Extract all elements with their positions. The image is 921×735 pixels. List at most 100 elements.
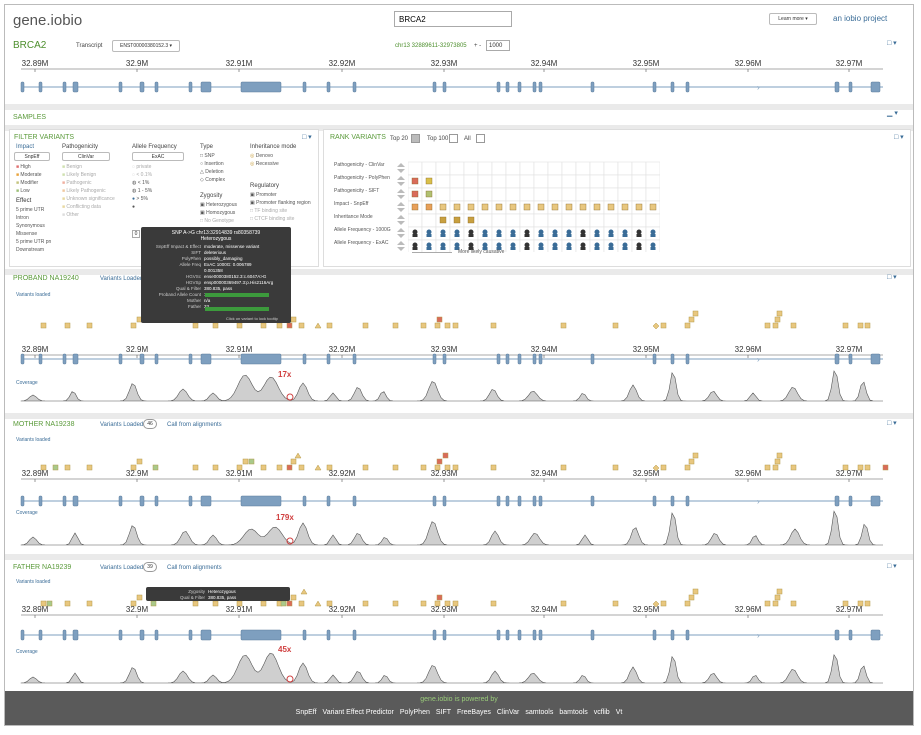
zygosity-item[interactable]: □ No Genotype bbox=[200, 217, 237, 225]
exon bbox=[870, 353, 881, 365]
inheritance-item[interactable]: ◎ Denovo bbox=[250, 152, 279, 160]
impact-select[interactable]: SnpEff bbox=[14, 152, 50, 161]
mother-call-alignments[interactable]: Call from alignments bbox=[167, 422, 222, 428]
rank-sort-arrows[interactable] bbox=[396, 162, 406, 259]
gene-search-input[interactable]: BRCA2 bbox=[394, 11, 512, 27]
regulatory-item[interactable]: □ TF binding site bbox=[250, 207, 311, 215]
proband-window-controls[interactable]: □ ▾ bbox=[887, 273, 897, 281]
effect-label[interactable]: Effect bbox=[16, 198, 31, 204]
impact-item[interactable]: ■ Moderate bbox=[16, 171, 42, 179]
zygosity-item[interactable]: ▣ Heterozygous bbox=[200, 201, 237, 209]
mother-window-controls[interactable]: □ ▾ bbox=[887, 419, 897, 427]
proband-variants-loaded[interactable]: Variants Loaded bbox=[100, 276, 143, 282]
iobio-project-link[interactable]: an iobio project bbox=[833, 14, 887, 23]
exon bbox=[200, 629, 212, 641]
frequency-person-icon bbox=[552, 229, 558, 235]
father-window-controls[interactable]: □ ▾ bbox=[887, 562, 897, 570]
footer-tool-link[interactable]: FreeBayes bbox=[457, 709, 491, 716]
matrix-cell bbox=[547, 161, 563, 176]
pathogenicity-item[interactable]: ■ Benign bbox=[62, 163, 115, 171]
variant-marker bbox=[772, 322, 779, 329]
impact-item[interactable]: ■ Modifier bbox=[16, 179, 42, 187]
pathogenicity-select[interactable]: ClinVar bbox=[62, 152, 110, 161]
exon bbox=[652, 495, 657, 507]
regulatory-item[interactable]: ▣ Promoter bbox=[250, 191, 311, 199]
allele-freq-item[interactable]: ● > 5% bbox=[132, 195, 152, 203]
filter-window-controls[interactable]: □ ▾ bbox=[302, 133, 312, 141]
variant-marker bbox=[290, 594, 297, 601]
pathogenicity-item[interactable]: ■ Likely Pathogenic bbox=[62, 187, 115, 195]
type-item[interactable]: △ Deletion bbox=[200, 168, 225, 176]
frequency-person-icon bbox=[426, 242, 432, 248]
pathogenicity-item[interactable]: ■ Unknown significance bbox=[62, 195, 115, 203]
type-item[interactable]: ○ Insertion bbox=[200, 160, 225, 168]
effect-item[interactable]: Downstream bbox=[16, 246, 51, 254]
matrix-icon bbox=[523, 203, 531, 211]
regulatory-item[interactable]: □ CTCF binding site bbox=[250, 215, 311, 223]
allele-freq-select[interactable]: ExAC bbox=[132, 152, 184, 161]
effect-item[interactable]: Synonymous bbox=[16, 222, 51, 230]
variant-marker bbox=[688, 316, 695, 323]
rank-matrix[interactable]: v1v2v3v4v5v6v7v8v9v10v11v12v13v14v15v16v… bbox=[407, 150, 661, 257]
all-checkbox[interactable] bbox=[476, 134, 485, 143]
type-item[interactable]: ◇ Complex bbox=[200, 176, 225, 184]
exon bbox=[442, 495, 447, 507]
footer-tool-link[interactable]: Variant Effect Predictor bbox=[323, 709, 394, 716]
father-track[interactable]: 32.89M 32.9M 32.91M 32.92M 32.93M 32.94M 32.95… bbox=[13, 587, 893, 689]
footer-tool-link[interactable]: SIFT bbox=[436, 709, 451, 716]
top20-checkbox[interactable] bbox=[411, 134, 420, 143]
impact-item[interactable]: ■ High bbox=[16, 163, 42, 171]
axis-tick-label: 32.95M bbox=[633, 469, 660, 478]
footer-tool-link[interactable]: PolyPhen bbox=[400, 709, 430, 716]
pathogenicity-item[interactable]: ■ Conflicting data bbox=[62, 203, 115, 211]
pathogenicity-item[interactable]: ■ Likely Benign bbox=[62, 171, 115, 179]
effect-item[interactable]: 5 prime UTR bbox=[16, 206, 51, 214]
zygosity-item[interactable]: ▣ Homozygous bbox=[200, 209, 237, 217]
mother-variants-loaded[interactable]: Variants Loaded bbox=[100, 422, 143, 428]
matrix-cell bbox=[547, 187, 563, 202]
frequency-person-icon bbox=[552, 234, 558, 237]
matrix-cell bbox=[645, 187, 661, 202]
impact-item[interactable]: ■ Low bbox=[16, 187, 42, 195]
variant-marker bbox=[136, 458, 143, 465]
learn-more-button[interactable]: Learn more ▾ bbox=[769, 13, 817, 25]
gene-track-top[interactable]: 32.89M 32.9M 32.91M 32.92M 32.93M 32.94M 32.95… bbox=[13, 57, 893, 99]
frequency-person-icon bbox=[636, 242, 642, 248]
allele-freq-item[interactable]: ◌ < 0.1% bbox=[132, 171, 152, 179]
flank-input[interactable]: 1000 bbox=[486, 40, 510, 51]
allele-freq-item[interactable]: ◍ 1 - 5% bbox=[132, 187, 152, 195]
flank-plusminus[interactable]: + - bbox=[474, 43, 481, 49]
exon bbox=[188, 629, 193, 641]
matrix-cell bbox=[533, 174, 549, 189]
exon bbox=[154, 81, 159, 93]
type-item[interactable]: □ SNP bbox=[200, 152, 225, 160]
allele-freq-item[interactable]: ◍ < 1% bbox=[132, 179, 152, 187]
pathogenicity-item[interactable]: ■ Other bbox=[62, 211, 115, 219]
inheritance-item[interactable]: ◎ Recessive bbox=[250, 160, 279, 168]
effect-item[interactable]: 5 prime UTR pn bbox=[16, 238, 51, 246]
footer-tool-link[interactable]: ClinVar bbox=[497, 709, 519, 716]
matrix-cell bbox=[631, 174, 647, 189]
allele-freq-input[interactable]: 0 bbox=[132, 230, 140, 238]
matrix-icon bbox=[607, 203, 615, 211]
footer-tool-link[interactable]: samtools bbox=[525, 709, 553, 716]
top100-checkbox[interactable] bbox=[449, 134, 458, 143]
footer-tool-link[interactable]: SnpEff bbox=[296, 709, 317, 716]
regulatory-item[interactable]: ▣ Promoter flanking region bbox=[250, 199, 311, 207]
transcript-select[interactable]: ENST00000380152.3 ▾ bbox=[112, 40, 180, 52]
father-variants-loaded[interactable]: Variants Loaded bbox=[100, 565, 143, 571]
mother-track[interactable]: 32.89M 32.9M 32.91M 32.92M 32.93M 32.94M 32.95… bbox=[13, 445, 893, 553]
gene-window-controls[interactable]: □ ▾ bbox=[887, 39, 897, 47]
impact-label[interactable]: Impact bbox=[16, 144, 34, 150]
effect-item[interactable]: Missense bbox=[16, 230, 51, 238]
allele-freq-item[interactable]: ● bbox=[132, 203, 152, 211]
allele-freq-item[interactable]: ◌ private bbox=[132, 163, 152, 171]
father-call-alignments[interactable]: Call from alignments bbox=[167, 565, 222, 571]
effect-item[interactable]: Intron bbox=[16, 214, 51, 222]
footer-tool-link[interactable]: bamtools bbox=[559, 709, 587, 716]
pathogenicity-item[interactable]: ■ Pathogenic bbox=[62, 179, 115, 187]
footer-tool-link[interactable]: vcflib bbox=[594, 709, 610, 716]
rank-window-controls[interactable]: □ ▾ bbox=[894, 133, 904, 141]
footer-tool-link[interactable]: Vt bbox=[616, 709, 623, 716]
samples-window-controls[interactable]: ▁ ▾ bbox=[887, 109, 898, 117]
